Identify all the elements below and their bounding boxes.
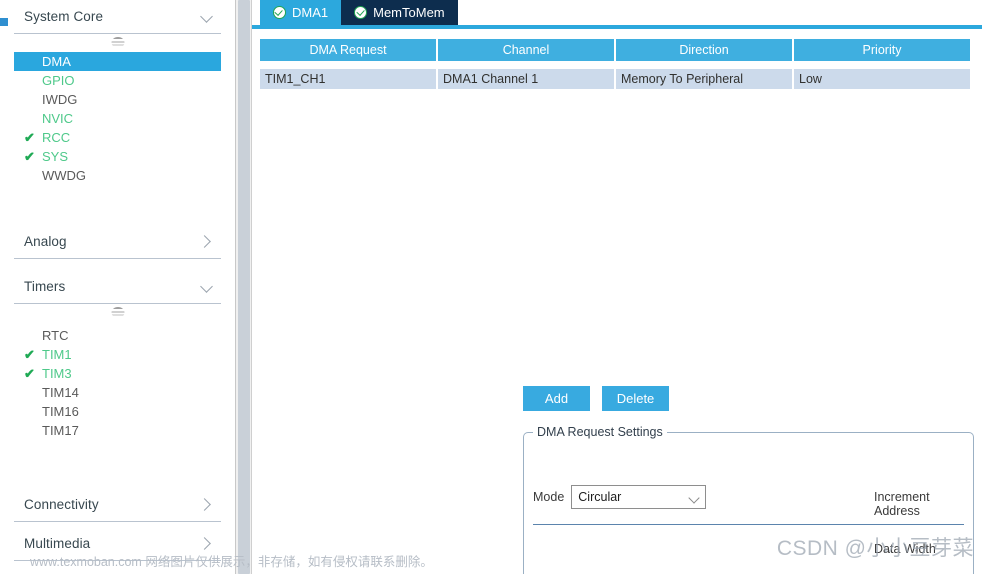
sidebar-item-tim3[interactable]: ✔ TIM3 (14, 364, 221, 383)
scrollbar-thumb[interactable] (238, 0, 250, 574)
table-header-row: DMA Request Channel Direction Priority (260, 39, 982, 61)
cell-channel: DMA1 Channel 1 (438, 69, 614, 89)
mode-select-value: Circular (578, 490, 622, 504)
sidebar-section-multimedia: Multimedia (0, 527, 235, 561)
cell-direction: Memory To Peripheral (616, 69, 792, 89)
scroll-up-arrow-icon (111, 37, 124, 48)
sidebar-item-rtc[interactable]: RTC (14, 326, 221, 345)
sidebar-item-label: RCC (42, 130, 71, 145)
delete-button[interactable]: Delete (602, 386, 669, 411)
add-button[interactable]: Add (523, 386, 590, 411)
sidebar-item-dma[interactable]: DMA (14, 52, 221, 71)
sidebar-item-label: TIM17 (42, 423, 79, 438)
dma-request-settings-group: DMA Request Settings Peripheral Memory M… (523, 425, 974, 574)
sidebar-section-timers: Timers RTC ✔ TIM1 ✔ TIM3 TIM14 TIM16 TIM… (0, 270, 235, 444)
sidebar-section-analog: Analog (0, 225, 235, 259)
sidebar-section-system-core: System Core DMA GPIO IWDG NVIC ✔ RCC ✔ S… (0, 0, 235, 189)
check-circle-icon (354, 6, 368, 19)
sidebar-list-system-core: DMA GPIO IWDG NVIC ✔ RCC ✔ SYS WWDG (14, 52, 221, 189)
sidebar-section-header-connectivity[interactable]: Connectivity (14, 488, 221, 522)
increment-address-label: Increment Address (874, 490, 930, 518)
chevron-down-icon[interactable] (199, 279, 215, 295)
mode-select[interactable]: Circular (571, 485, 707, 509)
chevron-down-icon[interactable] (199, 9, 215, 25)
tab-label: MemToMem (373, 5, 445, 20)
mode-field: Mode Circular (533, 485, 707, 509)
settings-body: Peripheral Memory Mode Circular Incremen… (524, 433, 973, 574)
sidebar-scroll-up-indicator[interactable] (14, 34, 221, 52)
sidebar-item-wwdg[interactable]: WWDG (14, 166, 221, 185)
sidebar-item-label: TIM14 (42, 385, 79, 400)
sidebar-section-label: Timers (24, 279, 66, 294)
sidebar-section-label: Multimedia (24, 536, 91, 551)
sidebar-section-header-system-core[interactable]: System Core (14, 0, 221, 34)
tab-label: DMA1 (292, 5, 329, 20)
sidebar-section-label: Analog (24, 234, 67, 249)
cubemx-window: System Core DMA GPIO IWDG NVIC ✔ RCC ✔ S… (0, 0, 982, 574)
sidebar-section-header-analog[interactable]: Analog (14, 225, 221, 259)
sidebar-item-sys[interactable]: ✔ SYS (14, 147, 221, 166)
dma-tabstrip[interactable]: DMA1 MemToMem (252, 0, 982, 25)
chevron-right-icon[interactable] (199, 536, 215, 552)
column-header-direction[interactable]: Direction (616, 39, 792, 61)
column-header-channel[interactable]: Channel (438, 39, 614, 61)
data-width-label: Data Width (874, 542, 936, 556)
sidebar-section-label: Connectivity (24, 497, 99, 512)
check-circle-icon (273, 6, 286, 19)
sidebar-item-label: TIM16 (42, 404, 79, 419)
sidebar-section-computing: Computing (0, 566, 235, 574)
mode-label: Mode (533, 490, 565, 504)
check-icon: ✔ (24, 149, 35, 164)
sidebar-item-label: TIM1 (42, 347, 72, 362)
sidebar-item-label: TIM3 (42, 366, 72, 381)
table-action-buttons: Add Delete (523, 386, 669, 411)
sidebar-item-label: SYS (42, 149, 69, 164)
sidebar-item-iwdg[interactable]: IWDG (14, 90, 221, 109)
tab-memtomem[interactable]: MemToMem (341, 0, 458, 25)
sidebar-item-tim17[interactable]: TIM17 (14, 421, 221, 440)
check-icon: ✔ (24, 130, 35, 145)
chevron-right-icon[interactable] (199, 234, 215, 250)
table-row[interactable]: TIM1_CH1 DMA1 Channel 1 Memory To Periph… (260, 69, 982, 89)
column-header-dma-request[interactable]: DMA Request (260, 39, 436, 61)
sidebar-item-rcc[interactable]: ✔ RCC (14, 128, 221, 147)
sidebar-item-label: GPIO (42, 73, 75, 88)
sidebar-item-tim14[interactable]: TIM14 (14, 383, 221, 402)
column-header-priority[interactable]: Priority (794, 39, 970, 61)
sidebar-vertical-scrollbar[interactable] (236, 0, 252, 574)
sidebar-item-label: DMA (42, 54, 71, 69)
chevron-down-icon (688, 492, 700, 504)
sidebar-item-label: IWDG (42, 92, 78, 107)
sidebar-item-tim16[interactable]: TIM16 (14, 402, 221, 421)
tab-dma1[interactable]: DMA1 (260, 0, 342, 25)
sidebar-section-connectivity: Connectivity (0, 488, 235, 522)
sidebar-item-label: NVIC (42, 111, 74, 126)
sidebar-section-header-multimedia[interactable]: Multimedia (14, 527, 221, 561)
check-icon: ✔ (24, 366, 35, 381)
sidebar-item-tim1[interactable]: ✔ TIM1 (14, 345, 221, 364)
sidebar-section-header-computing[interactable]: Computing (14, 566, 221, 574)
cell-priority: Low (794, 69, 970, 89)
sidebar-item-label: RTC (42, 328, 69, 343)
scroll-up-arrow-icon (111, 307, 124, 318)
sidebar-list-timers: RTC ✔ TIM1 ✔ TIM3 TIM14 TIM16 TIM17 (14, 326, 221, 444)
dma-request-table: DMA Request Channel Direction Priority T… (252, 29, 982, 89)
sidebar-item-nvic[interactable]: NVIC (14, 109, 221, 128)
sidebar-item-label: WWDG (42, 168, 87, 183)
sidebar-scroll-up-indicator-timers[interactable] (14, 304, 221, 326)
chevron-right-icon[interactable] (199, 497, 215, 513)
cell-dma-request: TIM1_CH1 (260, 69, 436, 89)
sidebar-section-label: System Core (24, 9, 104, 24)
sidebar-item-gpio[interactable]: GPIO (14, 71, 221, 90)
dma-configuration-panel: DMA1 MemToMem DMA Request Channel Direct… (252, 0, 982, 574)
check-icon: ✔ (24, 347, 35, 362)
sidebar-section-header-timers[interactable]: Timers (14, 270, 221, 304)
settings-horizontal-divider (533, 524, 964, 525)
category-sidebar[interactable]: System Core DMA GPIO IWDG NVIC ✔ RCC ✔ S… (0, 0, 236, 574)
